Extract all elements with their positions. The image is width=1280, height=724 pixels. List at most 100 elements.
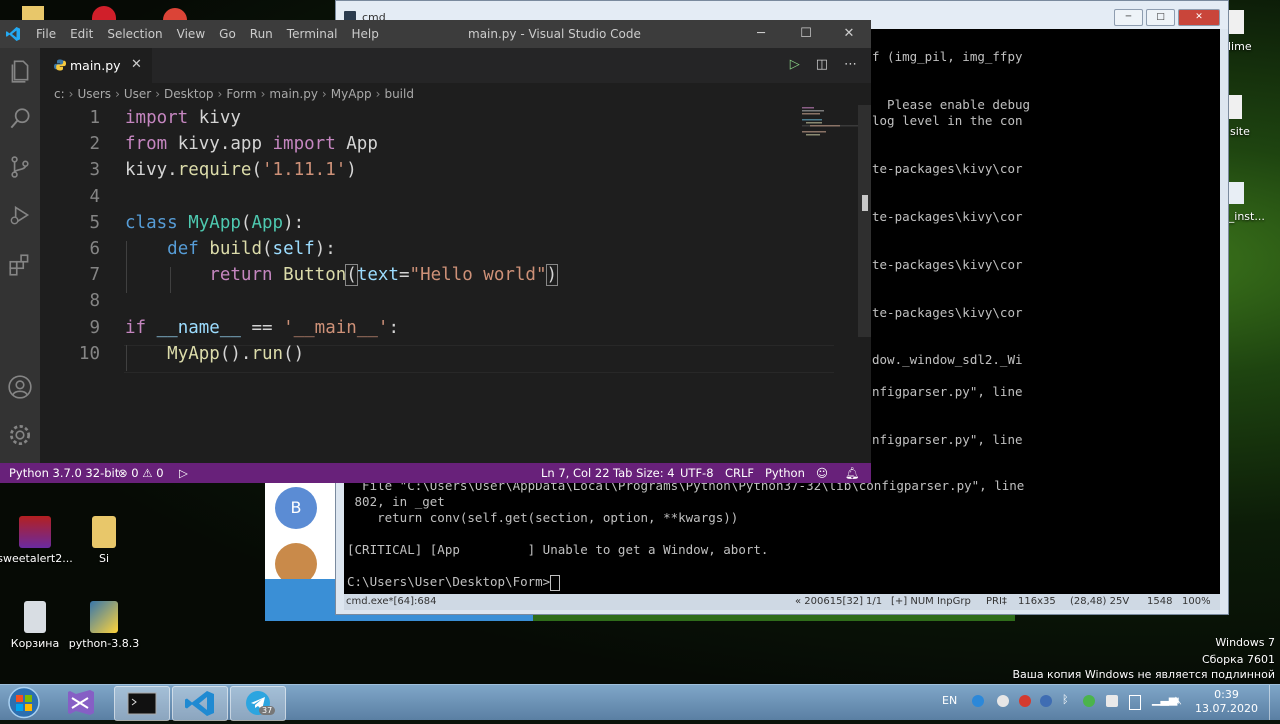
explorer-icon[interactable] bbox=[7, 58, 33, 84]
line-number: 3 bbox=[89, 160, 100, 181]
tab-main-py[interactable]: main.py ✕ bbox=[40, 48, 152, 83]
cmd-output-line: nfigparser.py", line bbox=[872, 384, 1023, 399]
vscode-window[interactable]: File Edit Selection View Go Run Terminal Help m… bbox=[0, 20, 871, 483]
menu-item-terminal[interactable]: Terminal bbox=[287, 27, 338, 41]
language-mode[interactable]: Python bbox=[765, 463, 805, 483]
show-desktop-button[interactable] bbox=[1269, 685, 1280, 720]
windows-build: Сборка 7601 bbox=[1201, 653, 1275, 666]
run-status-icon[interactable]: ▷ bbox=[179, 463, 188, 483]
desktop-label-lime[interactable]: lime bbox=[1228, 40, 1252, 53]
cmd-output-line: C:\Users\User\Desktop\Form> bbox=[347, 574, 1024, 591]
vscode-titlebar[interactable]: File Edit Selection View Go Run Terminal Help m… bbox=[0, 20, 871, 48]
menu-item-run[interactable]: Run bbox=[250, 27, 273, 41]
run-debug-icon[interactable] bbox=[7, 202, 33, 228]
taskbar: 37 EN ᛒ ▁▃▅ 🔇︎ 0:39 13.07.2020 bbox=[0, 684, 1280, 721]
line-number: 6 bbox=[89, 239, 100, 259]
volume-muted-icon[interactable]: 🔇︎ bbox=[1175, 694, 1182, 708]
cmd-status-item: 1548 bbox=[1147, 596, 1173, 607]
taskbar-telegram[interactable]: 37 bbox=[230, 686, 286, 721]
network-signal-icon[interactable]: ▁▃▅ bbox=[1152, 693, 1177, 706]
more-actions-icon[interactable]: ⋯ bbox=[844, 57, 857, 72]
clock[interactable]: 0:39 13.07.2020 bbox=[1195, 688, 1258, 716]
language-indicator[interactable]: EN bbox=[942, 694, 957, 707]
tray-app-icon[interactable] bbox=[1106, 695, 1118, 707]
folder-icon bbox=[92, 516, 116, 548]
code-line: if __name__ == '__main__': bbox=[125, 317, 399, 338]
windows-version: Windows 7 bbox=[1215, 636, 1275, 649]
menu-item-help[interactable]: Help bbox=[352, 27, 379, 41]
account-icon[interactable] bbox=[7, 374, 33, 400]
file-icon[interactable] bbox=[1228, 95, 1242, 119]
bluetooth-icon[interactable]: ᛒ bbox=[1062, 693, 1069, 706]
tray-app-icon[interactable] bbox=[1019, 695, 1031, 707]
maximize-button[interactable]: □ bbox=[1146, 9, 1175, 26]
indentation[interactable]: Tab Size: 4 bbox=[613, 463, 675, 483]
editor-scrollbar[interactable] bbox=[858, 105, 871, 337]
menu-item-go[interactable]: Go bbox=[219, 27, 236, 41]
menu-item-view[interactable]: View bbox=[177, 27, 205, 41]
code-editor[interactable]: 1 2 3 4 5 6 7 8 9 10 import kivy from kivy.app im… bbox=[40, 105, 860, 463]
cmd-status-item: 100% bbox=[1182, 596, 1211, 607]
cmd-status-item: « 200615[32] bbox=[795, 596, 863, 607]
split-editor-icon[interactable]: ◫ bbox=[816, 57, 828, 72]
settings-gear-icon[interactable] bbox=[7, 422, 33, 448]
source-control-icon[interactable] bbox=[7, 154, 33, 180]
run-file-icon[interactable]: ▷ bbox=[790, 57, 800, 72]
desktop-icon-python[interactable]: python-3.8.3 bbox=[64, 601, 144, 650]
search-icon[interactable] bbox=[7, 106, 33, 132]
close-button[interactable]: ✕ bbox=[827, 20, 871, 48]
minimize-button[interactable]: ─ bbox=[1114, 9, 1143, 26]
breadcrumb-separator-icon: › bbox=[155, 87, 161, 101]
battery-icon[interactable] bbox=[1129, 695, 1141, 710]
tray-app-icon[interactable] bbox=[1040, 695, 1052, 707]
feedback-icon[interactable]: ☺ bbox=[816, 463, 828, 483]
maximize-button[interactable]: ☐ bbox=[784, 20, 828, 48]
line-ending[interactable]: CRLF bbox=[725, 463, 754, 483]
minimap[interactable] bbox=[800, 105, 858, 145]
avatar[interactable]: B bbox=[275, 487, 317, 529]
code-text[interactable]: import kivy from kivy.app import App kiv… bbox=[125, 105, 559, 367]
breadcrumb-item[interactable]: Form bbox=[226, 87, 256, 101]
breadcrumb-item[interactable]: MyApp bbox=[331, 87, 372, 101]
activity-bar bbox=[0, 48, 40, 463]
winrar-icon bbox=[19, 516, 51, 548]
tray-app-icon[interactable] bbox=[972, 695, 984, 707]
system-tray: EN ᛒ ▁▃▅ 🔇︎ 0:39 13.07.2020 bbox=[935, 685, 1280, 720]
cmd-status-item: (28,48) 25V bbox=[1070, 596, 1130, 607]
taskbar-visual-studio[interactable] bbox=[56, 686, 110, 719]
line-number: 5 bbox=[89, 212, 100, 233]
file-icon[interactable] bbox=[1228, 10, 1244, 34]
tab-close-icon[interactable]: ✕ bbox=[131, 57, 142, 72]
breadcrumb-separator-icon: › bbox=[321, 87, 327, 101]
breadcrumb-item[interactable]: User bbox=[124, 87, 151, 101]
taskbar-vscode[interactable] bbox=[172, 686, 228, 721]
taskbar-cmd[interactable] bbox=[114, 686, 170, 721]
python-interpreter[interactable]: Python 3.7.0 32-bit bbox=[9, 463, 119, 483]
vscode-icon bbox=[185, 691, 214, 716]
tray-app-icon[interactable] bbox=[997, 695, 1009, 707]
close-button[interactable]: ✕ bbox=[1178, 9, 1220, 26]
cursor-position[interactable]: Ln 7, Col 22 bbox=[541, 463, 610, 483]
extensions-icon[interactable] bbox=[7, 252, 33, 278]
menu-item-file[interactable]: File bbox=[36, 27, 56, 41]
desktop-icon-si[interactable]: Si bbox=[64, 516, 144, 565]
breadcrumb-item[interactable]: build bbox=[384, 87, 414, 101]
breadcrumb-item[interactable]: c: bbox=[54, 87, 65, 101]
code-line: import kivy bbox=[125, 108, 241, 128]
menu-item-selection[interactable]: Selection bbox=[107, 27, 162, 41]
desktop-label-site[interactable]: site bbox=[1230, 125, 1250, 138]
tray-app-icon[interactable] bbox=[1083, 695, 1095, 707]
encoding[interactable]: UTF-8 bbox=[680, 463, 714, 483]
problems-indicator[interactable]: ⊗ 0 ⚠ 0 bbox=[118, 463, 164, 483]
cmd-output-line: 802, in _get bbox=[347, 494, 445, 509]
breadcrumb-item[interactable]: Users bbox=[77, 87, 111, 101]
minimize-button[interactable]: ─ bbox=[739, 20, 783, 48]
menu-item-edit[interactable]: Edit bbox=[70, 27, 93, 41]
cmd-status-item: PRI‡ bbox=[986, 596, 1007, 607]
start-button-icon[interactable] bbox=[4, 686, 44, 719]
recycle-bin-icon bbox=[24, 601, 46, 633]
cmd-cursor bbox=[550, 574, 561, 591]
breadcrumb-item[interactable]: main.py bbox=[269, 87, 318, 101]
notifications-bell-icon[interactable]: 🔔︎ bbox=[845, 463, 860, 483]
breadcrumb-item[interactable]: Desktop bbox=[164, 87, 214, 101]
